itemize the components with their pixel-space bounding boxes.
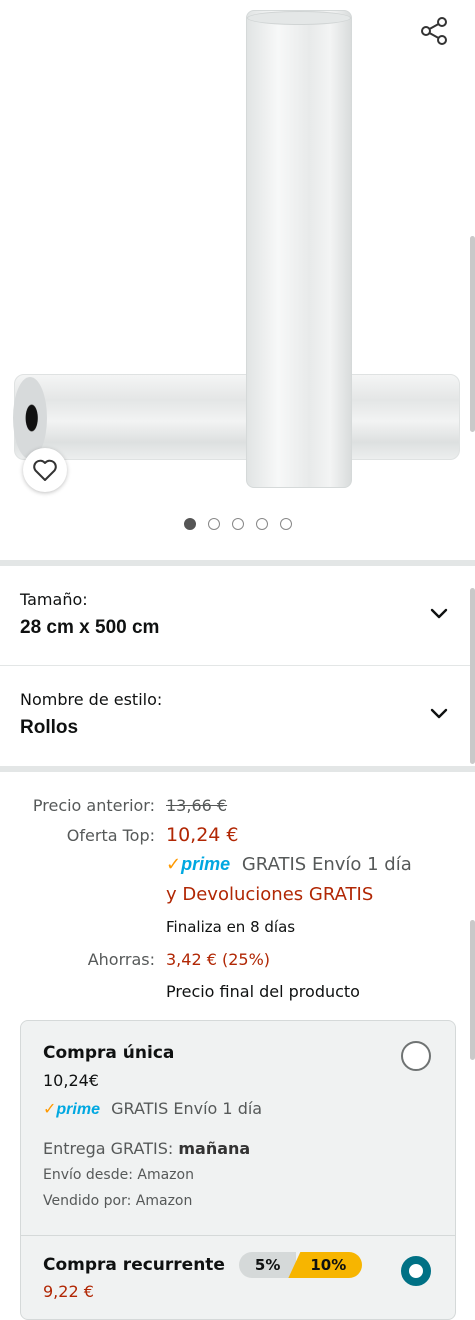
prime-check-icon: ✓ (166, 854, 182, 875)
prime-check-icon: ✓ (43, 1099, 57, 1118)
delivery-prefix: Entrega GRATIS: (43, 1139, 174, 1158)
final-price-note: Precio final del producto (166, 982, 360, 1001)
deal-ends-text: Finaliza en 8 días (166, 918, 296, 936)
scroll-indicator-variants[interactable] (470, 588, 475, 764)
sold-by: Vendido por: Amazon (43, 1193, 193, 1209)
recurring-price: 9,22 € (43, 1282, 94, 1301)
style-value: Rollos (20, 717, 79, 738)
one-time-purchase-option[interactable]: Compra única 10,24€ ✓prime GRATIS Envío … (21, 1021, 455, 1235)
size-label: Tamaño: (20, 590, 88, 609)
share-icon[interactable] (419, 16, 449, 46)
one-time-delivery: Entrega GRATIS: mañana (43, 1139, 250, 1158)
purchase-options-box: Compra única 10,24€ ✓prime GRATIS Envío … (20, 1020, 456, 1320)
product-image-gallery[interactable] (0, 0, 475, 560)
recurring-title: Compra recurrente (43, 1255, 225, 1275)
heart-icon (33, 459, 57, 481)
prime-shipping-text: GRATIS Envío 1 día (241, 854, 412, 875)
prime-logo: prime (56, 1101, 100, 1118)
size-value: 28 cm x 500 cm (20, 617, 160, 638)
deal-price: 10,24 € (166, 824, 239, 846)
prime-logo: prime (181, 854, 231, 874)
gallery-dot-5[interactable] (279, 518, 292, 530)
savings-label: Ahorras: (87, 950, 155, 969)
recurring-radio[interactable] (401, 1256, 431, 1286)
product-image-horizontal-roll (13, 374, 460, 460)
one-time-shipping: GRATIS Envío 1 día (111, 1099, 263, 1118)
wishlist-heart-button[interactable] (23, 448, 67, 492)
gallery-pagination (0, 518, 475, 530)
one-time-price: 10,24€ (43, 1071, 99, 1090)
gallery-dot-3[interactable] (231, 518, 244, 530)
discount-pill-10: 10% (288, 1252, 363, 1278)
chevron-down-icon (430, 608, 448, 619)
delivery-day: mañana (178, 1139, 251, 1158)
free-returns-text: y Devoluciones GRATIS (166, 884, 374, 905)
previous-price-label: Precio anterior: (32, 796, 155, 815)
one-time-radio[interactable] (401, 1041, 431, 1071)
scroll-indicator[interactable] (470, 236, 475, 432)
style-label: Nombre de estilo: (20, 690, 163, 709)
discount-pill-5: 5% (238, 1252, 297, 1278)
gallery-dot-4[interactable] (255, 518, 268, 530)
deal-label: Oferta Top: (66, 826, 155, 845)
style-selector[interactable]: Nombre de estilo: Rollos (0, 666, 475, 766)
free-returns-link[interactable]: y Devoluciones GRATIS (166, 884, 373, 905)
chevron-down-icon (430, 708, 448, 719)
scroll-indicator-pricing[interactable] (470, 920, 475, 1060)
recurring-discount-pills: 5% 10% (238, 1252, 363, 1278)
gallery-dot-1[interactable] (183, 518, 196, 530)
ships-from: Envío desde: Amazon (43, 1167, 194, 1183)
one-time-prime-line: ✓prime GRATIS Envío 1 día (43, 1099, 262, 1119)
product-image-vertical-roll (246, 10, 352, 488)
pricing-block: Precio anterior: 13,66 € Oferta Top: 10,… (0, 772, 475, 1028)
gallery-dot-2[interactable] (207, 518, 220, 530)
one-time-title: Compra única (43, 1043, 175, 1063)
size-selector[interactable]: Tamaño: 28 cm x 500 cm (0, 566, 475, 666)
prime-shipping-line: ✓prime GRATIS Envío 1 día (166, 854, 412, 875)
recurring-purchase-option[interactable]: Compra recurrente 5% 10% 9,22 € (21, 1236, 455, 1320)
previous-price: 13,66 € (166, 796, 228, 815)
savings-value: 3,42 € (25%) (166, 950, 271, 969)
recurring-title-row: Compra recurrente 5% 10% (43, 1252, 363, 1278)
